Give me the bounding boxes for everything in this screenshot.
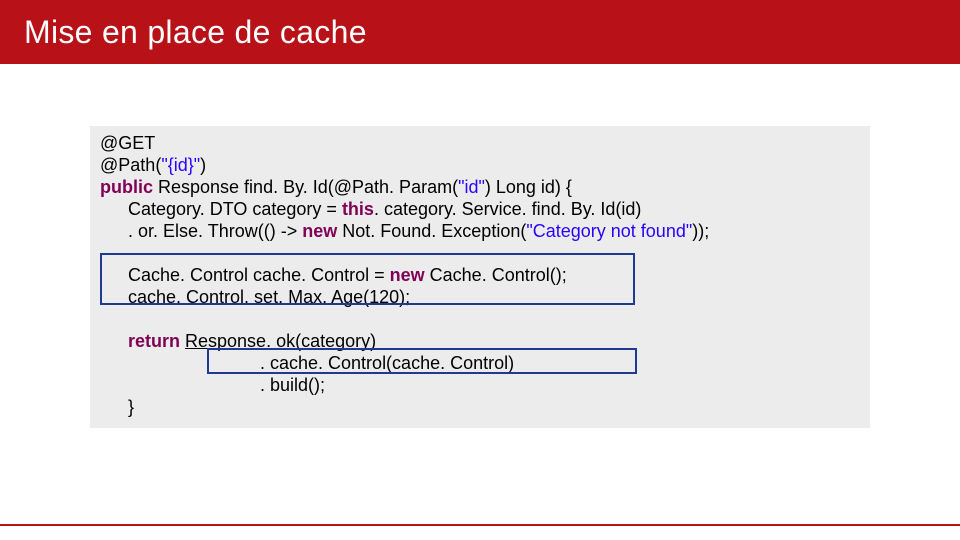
text: )); [692,221,709,241]
text: ) Long id) { [485,177,572,197]
footer-divider [0,524,960,526]
text: . build(); [260,375,325,395]
string-literal: "{id}" [161,155,200,175]
highlight-box-cache-control [100,253,635,305]
text: . or. Else. Throw(() -> [128,221,302,241]
keyword: new [302,221,342,241]
text: Not. Found. Exception( [342,221,526,241]
blank-line [100,308,860,330]
string-literal: "id" [458,177,485,197]
highlight-box-response-builder [207,348,637,374]
code-line: public Response find. By. Id(@Path. Para… [100,176,860,198]
text: . category. Service. find. By. Id(id) [374,199,641,219]
string-literal: "Category not found" [526,221,692,241]
keyword: public [100,177,158,197]
code-line: Category. DTO category = this. category.… [100,198,860,220]
slide-header: Mise en place de cache [0,0,960,64]
annotation: @GET [100,133,155,153]
code-line: . build(); [100,374,860,396]
text: Response find. By. Id(@Path. Param( [158,177,458,197]
text: Category. DTO category = [128,199,342,219]
annotation: @Path [100,155,155,175]
code-line: @Path("{id}") [100,154,860,176]
keyword: return [128,331,185,351]
punct: ) [200,155,206,175]
code-line: @GET [100,132,860,154]
slide-title: Mise en place de cache [24,14,367,51]
code-line: } [100,396,860,418]
text: } [128,397,134,417]
code-line: . or. Else. Throw(() -> new Not. Found. … [100,220,860,242]
keyword: this [342,199,374,219]
